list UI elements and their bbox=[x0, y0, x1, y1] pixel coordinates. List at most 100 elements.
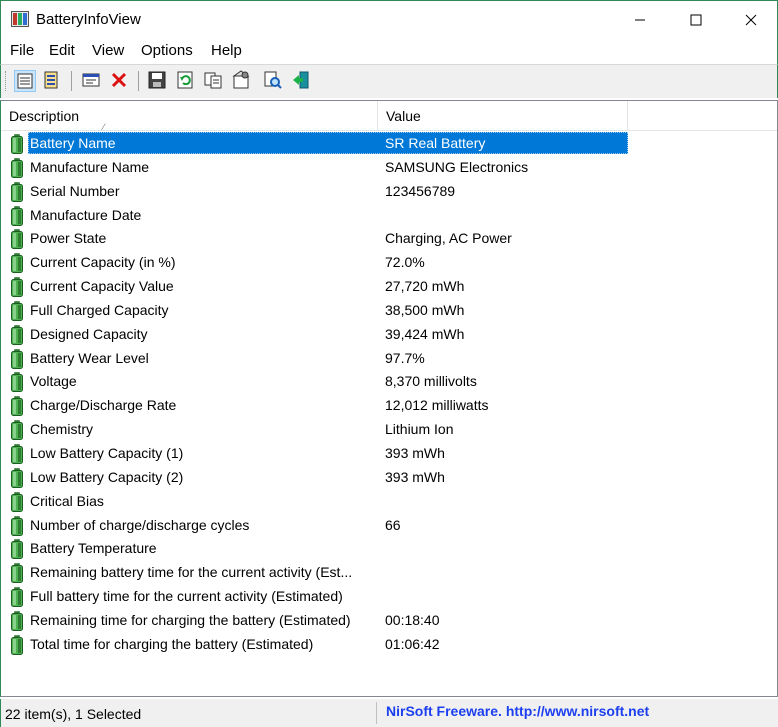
list-header: Description ⁄ Value bbox=[1, 101, 777, 132]
html-report-button[interactable] bbox=[231, 70, 253, 92]
table-row[interactable]: Battery Temperature bbox=[1, 537, 777, 561]
table-row[interactable]: Remaining time for charging the battery … bbox=[1, 609, 777, 633]
row-value: 01:06:42 bbox=[385, 635, 440, 652]
row-description: Battery Name bbox=[30, 135, 116, 151]
maximize-icon bbox=[690, 14, 702, 26]
title-bar: BatteryInfoView bbox=[0, 0, 778, 38]
close-button[interactable] bbox=[723, 1, 778, 39]
row-description: Current Capacity Value bbox=[30, 278, 174, 295]
row-description: Charge/Discharge Rate bbox=[30, 397, 177, 414]
row-description: Remaining battery time for the current a… bbox=[30, 564, 353, 581]
properties-button[interactable] bbox=[81, 70, 103, 92]
battery-icon bbox=[11, 277, 23, 298]
row-value: SAMSUNG Electronics bbox=[385, 158, 529, 175]
table-row[interactable]: Total time for charging the battery (Est… bbox=[1, 633, 777, 657]
menu-file[interactable]: File bbox=[10, 42, 34, 59]
exit-door-icon bbox=[293, 71, 309, 89]
battery-icon bbox=[11, 325, 23, 345]
row-description: Remaining time for charging the battery … bbox=[30, 611, 351, 628]
toolbar-grip bbox=[5, 71, 7, 91]
row-description: Full Charged Capacity bbox=[30, 301, 169, 318]
status-divider bbox=[376, 702, 377, 724]
row-description: Number of charge/discharge cycles bbox=[30, 516, 250, 533]
column-header-value-label: Value bbox=[386, 108, 421, 124]
save-disk-icon bbox=[148, 71, 166, 89]
menu-view[interactable]: View bbox=[92, 42, 124, 59]
nirsoft-link[interactable]: NirSoft Freeware. http://www.nirsoft.net bbox=[386, 703, 649, 719]
row-value: 38,500 mWh bbox=[385, 301, 465, 318]
close-icon bbox=[745, 14, 757, 26]
table-row[interactable]: Battery Name SR Real Battery bbox=[1, 132, 777, 156]
row-value: 12,012 milliwatts bbox=[385, 397, 489, 414]
battery-icon bbox=[11, 515, 23, 536]
row-value: 39,424 mWh bbox=[385, 325, 465, 342]
table-row[interactable]: Power State Charging, AC Power bbox=[1, 227, 777, 251]
table-row[interactable]: Low Battery Capacity (1) 393 mWh bbox=[1, 442, 777, 466]
battery-icon bbox=[11, 158, 23, 178]
menu-edit[interactable]: Edit bbox=[49, 42, 75, 59]
table-row[interactable]: Charge/Discharge Rate 12,012 milliwatts bbox=[1, 394, 777, 418]
row-value: 393 mWh bbox=[385, 444, 445, 461]
exit-button[interactable] bbox=[291, 70, 313, 92]
table-row[interactable]: Battery Wear Level 97.7% bbox=[1, 347, 777, 371]
table-row[interactable]: Full battery time for the current activi… bbox=[1, 585, 777, 609]
row-description: Chemistry bbox=[30, 421, 94, 438]
toolbar bbox=[0, 64, 778, 98]
table-row[interactable]: Critical Bias bbox=[1, 490, 777, 514]
column-header-value[interactable]: Value bbox=[378, 101, 628, 131]
menu-bar: File Edit View Options Help bbox=[0, 38, 778, 64]
table-row[interactable]: Manufacture Name SAMSUNG Electronics bbox=[1, 156, 777, 180]
save-button[interactable] bbox=[147, 70, 169, 92]
maximize-button[interactable] bbox=[668, 1, 724, 39]
copy-button[interactable] bbox=[203, 70, 225, 92]
table-row[interactable]: Current Capacity (in %) 72.0% bbox=[1, 251, 777, 275]
table-row[interactable]: Number of charge/discharge cycles 66 bbox=[1, 514, 777, 538]
copy-icon bbox=[204, 72, 222, 89]
row-description: Battery Temperature bbox=[30, 540, 157, 557]
battery-icon bbox=[11, 229, 23, 250]
row-description: Power State bbox=[30, 230, 107, 247]
view-details-button[interactable] bbox=[14, 70, 36, 92]
menu-help[interactable]: Help bbox=[211, 42, 242, 59]
find-button[interactable] bbox=[263, 70, 285, 92]
minimize-button[interactable] bbox=[612, 1, 668, 39]
battery-icon bbox=[11, 420, 23, 441]
row-value: 8,370 millivolts bbox=[385, 373, 477, 390]
row-description: Critical Bias bbox=[30, 492, 104, 509]
battery-icon bbox=[11, 396, 23, 417]
delete-button[interactable] bbox=[109, 70, 131, 92]
row-value: Lithium Ion bbox=[385, 421, 454, 438]
battery-info-list[interactable]: Description ⁄ Value Battery Name SR Real … bbox=[0, 100, 778, 697]
view-list-button[interactable] bbox=[41, 70, 63, 92]
row-value: 123456789 bbox=[385, 182, 456, 199]
table-row[interactable]: Current Capacity Value 27,720 mWh bbox=[1, 275, 777, 299]
row-value: 00:18:40 bbox=[385, 611, 440, 628]
battery-icon bbox=[11, 348, 23, 369]
battery-icon bbox=[11, 563, 23, 584]
table-row[interactable]: Chemistry Lithium Ion bbox=[1, 418, 777, 442]
refresh-button[interactable] bbox=[175, 70, 197, 92]
row-description: Voltage bbox=[30, 373, 77, 390]
table-row[interactable]: Designed Capacity 39,424 mWh bbox=[1, 323, 777, 347]
table-row[interactable]: Voltage 8,370 millivolts bbox=[1, 370, 777, 394]
battery-icon bbox=[11, 539, 23, 560]
column-header-description[interactable]: Description ⁄ bbox=[1, 101, 378, 132]
table-row[interactable]: Full Charged Capacity 38,500 mWh bbox=[1, 299, 777, 323]
menu-options[interactable]: Options bbox=[141, 42, 193, 59]
battery-icon bbox=[11, 372, 23, 393]
table-row[interactable]: Low Battery Capacity (2) 393 mWh bbox=[1, 466, 777, 490]
properties-window-icon bbox=[82, 73, 100, 87]
column-header-description-label: Description bbox=[9, 108, 80, 124]
window-title: BatteryInfoView bbox=[36, 11, 141, 28]
toolbar-separator bbox=[138, 71, 139, 91]
battery-icon bbox=[11, 253, 23, 274]
table-row[interactable]: Remaining battery time for the current a… bbox=[1, 561, 777, 585]
row-description: Manufacture Name bbox=[30, 158, 150, 175]
table-row[interactable]: Serial Number 123456789 bbox=[1, 180, 777, 204]
table-row[interactable]: Manufacture Date bbox=[1, 204, 777, 228]
battery-icon bbox=[11, 444, 23, 464]
status-bar: 22 item(s), 1 Selected NirSoft Freeware.… bbox=[0, 699, 778, 727]
view-details-icon bbox=[17, 73, 33, 89]
refresh-icon bbox=[177, 71, 193, 89]
row-description: Total time for charging the battery (Est… bbox=[30, 635, 314, 652]
